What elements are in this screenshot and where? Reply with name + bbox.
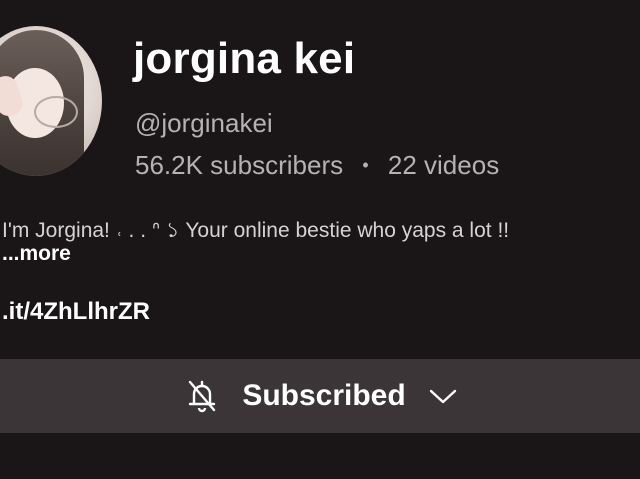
subscribed-button[interactable]: Subscribed [0,359,640,433]
avatar-glasses [34,96,78,128]
chevron-down-icon [429,389,456,404]
subscriber-count: 56.2K subscribers [135,150,344,180]
stats-separator: • [362,155,369,175]
video-count: 22 videos [387,150,500,180]
avatar[interactable] [0,26,102,176]
bell-off-icon [189,380,216,413]
channel-link[interactable]: .it/4ZhLlhrZR [2,298,150,326]
channel-header: jorgina kei @jorginakei 56.2K subscriber… [0,0,640,479]
channel-bio[interactable]: I'm Jorgina! ˓ . . ᐢ ১ Your online besti… [2,214,509,249]
channel-stats: 56.2K subscribers • 22 videos [135,150,499,181]
channel-handle: @jorginakei [135,108,273,138]
more-link[interactable]: ...more [2,242,71,266]
channel-name: jorgina kei [133,34,356,83]
subscribed-label: Subscribed [242,379,406,412]
